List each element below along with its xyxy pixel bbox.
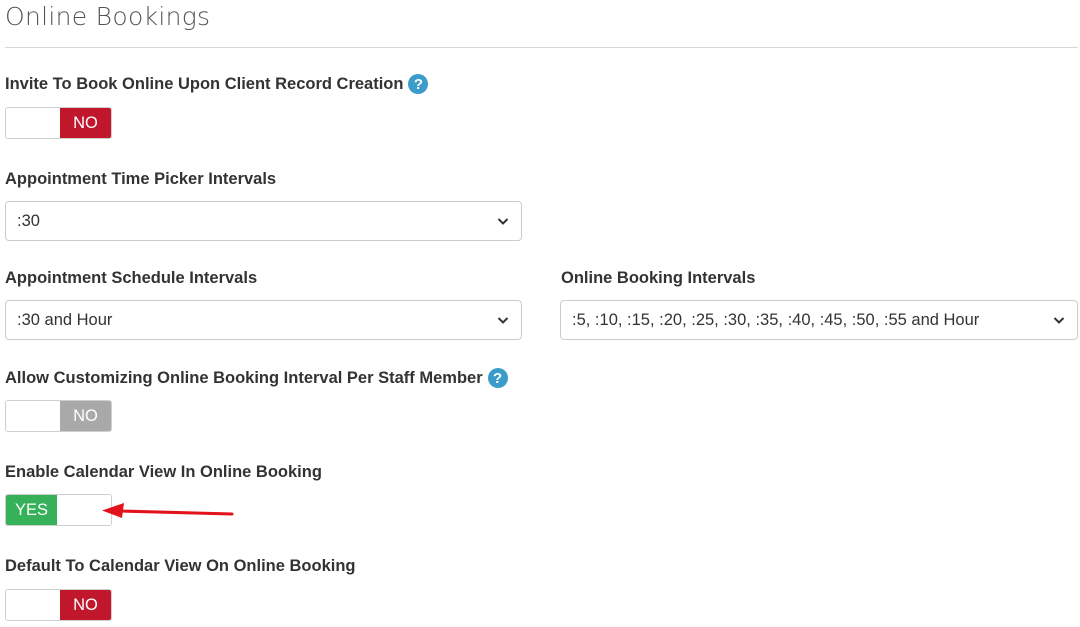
toggle-knob: [6, 590, 60, 620]
chevron-down-icon: [1051, 312, 1067, 328]
schedule-intervals-label-text: Appointment Schedule Intervals: [5, 269, 258, 287]
toggle-state-label: NO: [60, 401, 111, 431]
online-booking-intervals-label: Online Booking Intervals: [561, 269, 755, 288]
invite-to-book-label: Invite To Book Online Upon Client Record…: [5, 74, 429, 94]
default-calendar-view-label: Default To Calendar View On Online Booki…: [5, 557, 356, 576]
default-calendar-view-label-text: Default To Calendar View On Online Booki…: [5, 557, 356, 575]
time-picker-intervals-select[interactable]: :30: [5, 201, 522, 241]
schedule-intervals-label: Appointment Schedule Intervals: [5, 269, 257, 288]
page-title: Online Bookings: [5, 2, 211, 31]
help-icon[interactable]: ?: [487, 368, 508, 388]
time-picker-intervals-label: Appointment Time Picker Intervals: [5, 170, 276, 189]
invite-to-book-label-text: Invite To Book Online Upon Client Record…: [5, 74, 404, 93]
title-divider: [5, 47, 1078, 48]
calendar-view-label-text: Enable Calendar View In Online Booking: [5, 463, 322, 481]
select-value: :5, :10, :15, :20, :25, :30, :35, :40, :…: [572, 310, 980, 329]
toggle-knob: [6, 108, 60, 138]
toggle-state-label: YES: [6, 495, 57, 525]
online-booking-intervals-select[interactable]: :5, :10, :15, :20, :25, :30, :35, :40, :…: [560, 300, 1078, 340]
schedule-intervals-select[interactable]: :30 and Hour: [5, 300, 522, 340]
toggle-state-label: NO: [60, 108, 111, 138]
customize-interval-per-staff-label: Allow Customizing Online Booking Interva…: [5, 368, 508, 388]
select-value: :30: [17, 211, 40, 230]
calendar-view-label: Enable Calendar View In Online Booking: [5, 463, 322, 482]
invite-to-book-toggle[interactable]: NO: [5, 107, 112, 139]
select-value: :30 and Hour: [17, 310, 113, 329]
chevron-down-icon: [495, 312, 511, 328]
default-calendar-view-toggle[interactable]: NO: [5, 589, 112, 621]
online-booking-intervals-label-text: Online Booking Intervals: [561, 269, 756, 287]
time-picker-intervals-label-text: Appointment Time Picker Intervals: [5, 170, 277, 188]
customize-interval-per-staff-label-text: Allow Customizing Online Booking Interva…: [5, 368, 483, 387]
toggle-state-label: NO: [60, 590, 111, 620]
help-icon[interactable]: ?: [408, 74, 429, 94]
toggle-knob: [6, 401, 60, 431]
customize-interval-per-staff-toggle[interactable]: NO: [5, 400, 112, 432]
chevron-down-icon: [495, 213, 511, 229]
annotation-arrow: [102, 503, 234, 518]
